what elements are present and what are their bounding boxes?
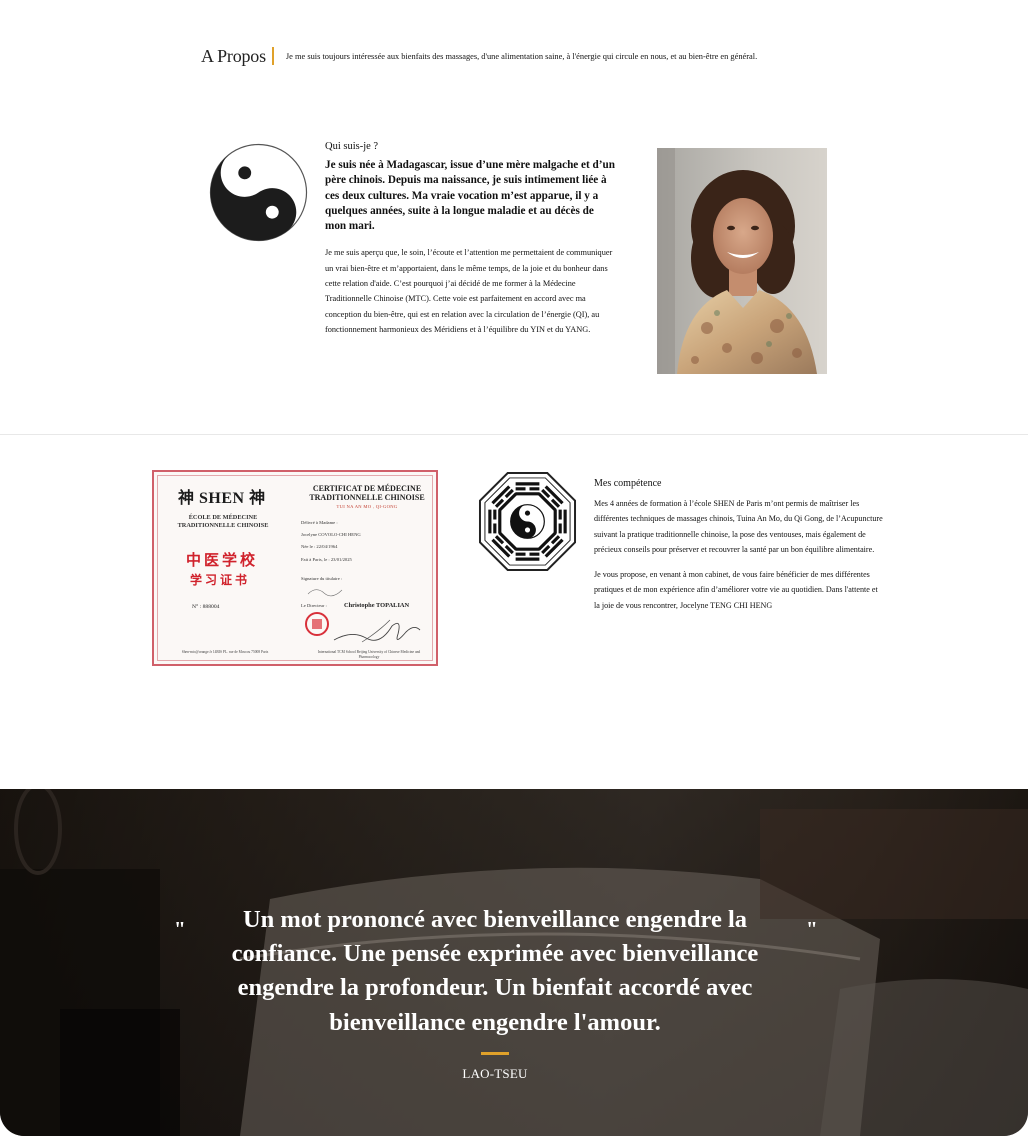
certificate-school: ÉCOLE DE MÉDECINE TRADITIONNELLE CHINOIS… (177, 514, 269, 529)
skills-heading: Mes compétence (594, 478, 662, 489)
about-heading: Qui suis-je ? (325, 141, 379, 152)
yin-yang-icon (209, 143, 308, 242)
certificate-date: Fait à Paris, le : 23/01/2025 (301, 557, 352, 562)
about-body: Je me suis aperçu que, le soin, l’écoute… (325, 248, 613, 334)
certificate-delivered: Délivré à Madame : (301, 520, 338, 525)
quote-author: LAO-TSEU (462, 1066, 528, 1081)
about-tagline: Je me suis toujours intéressée aux bienf… (285, 51, 758, 61)
skills-section: Mes compétence Mes 4 années de formation… (594, 478, 884, 623)
certificate-chinese-line2: 学习证书 (190, 573, 251, 587)
signature-icon (333, 619, 421, 643)
certificate-chinese-line1: 中医学校 (186, 551, 259, 569)
certificate-subtitle: TUI NA AN MO , QI-GONG (336, 504, 398, 509)
about-lead: Je suis née à Madagascar, issue d’une mè… (325, 159, 615, 233)
certificate-title: CERTIFICAT DE MÉDECINE TRADITIONNELLE CH… (309, 484, 425, 502)
accent-divider (271, 47, 274, 65)
quote-close-mark: " (806, 917, 818, 941)
quote-open-mark: " (174, 917, 186, 941)
portrait-photo (657, 148, 827, 374)
stamp-icon (305, 612, 329, 636)
certificate-image: 神 SHEN 神 ÉCOLE DE MÉDECINE TRADITIONNELL… (152, 470, 438, 666)
skills-paragraph-1: Mes 4 années de formation à l’école SHEN… (594, 499, 883, 554)
about-section: Qui suis-je ? Je suis née à Madagascar, … (325, 141, 615, 337)
quote-accent-bar (481, 1052, 509, 1055)
about-header: A Propos Je me suis toujours intéressée … (201, 44, 757, 68)
skills-paragraph-2: Je vous propose, en venant à mon cabinet… (594, 570, 878, 610)
certificate-director: Christophe TOPALIAN (344, 602, 410, 609)
about-title: A Propos (201, 45, 266, 66)
certificate-number: N° : 888004 (192, 604, 220, 610)
quote-text: Un mot prononcé avec bienveillance engen… (231, 906, 759, 1036)
holder-signature-icon (307, 589, 343, 597)
certificate-director-label: Le Directeur : (301, 603, 327, 608)
section-divider (0, 434, 1028, 435)
certificate-brand: 神 SHEN 神 (178, 490, 266, 507)
bagua-icon (478, 472, 577, 571)
certificate-name: Jocelyne COVOLO-CHI HENG (301, 532, 361, 537)
certificate-born: Née le : 22/04/1964 (301, 544, 338, 549)
certificate-footer-right: International TCM School Beijing Univers… (317, 650, 421, 659)
certificate-footer-left: Shen-mtc@orange.fr 14BIS PL. rue de Mosc… (181, 650, 269, 654)
certificate-signature-label: Signature du titulaire : (301, 576, 343, 581)
